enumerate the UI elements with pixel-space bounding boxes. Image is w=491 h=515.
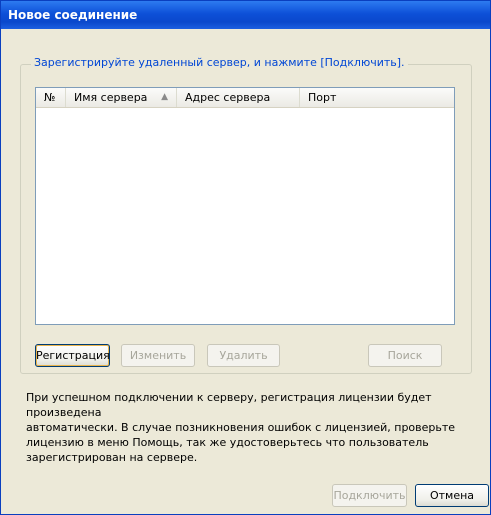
server-list[interactable]: № Имя сервера ▲ Адрес сервера Порт	[35, 87, 455, 325]
server-list-header: № Имя сервера ▲ Адрес сервера Порт	[36, 88, 454, 108]
window-title: Новое соединение	[8, 8, 138, 22]
license-info-text: При успешном подключении к серверу, реги…	[26, 390, 481, 465]
info-line: При успешном подключении к серверу, реги…	[26, 391, 432, 419]
column-header-server-address[interactable]: Адрес сервера	[177, 88, 300, 107]
column-header-port[interactable]: Порт	[300, 88, 454, 107]
info-line: зарегистрирован на сервере.	[26, 451, 198, 464]
delete-button[interactable]: Удалить	[207, 344, 280, 367]
new-connection-dialog: Новое соединение Зарегистрируйте удаленн…	[0, 0, 491, 515]
column-label: №	[44, 91, 56, 104]
sort-ascending-icon: ▲	[161, 92, 168, 102]
register-button[interactable]: Регистрация	[35, 344, 110, 367]
column-label: Порт	[308, 91, 337, 104]
column-label: Имя сервера	[74, 91, 148, 104]
search-button[interactable]: Поиск	[368, 344, 442, 367]
column-header-number[interactable]: №	[36, 88, 66, 107]
info-line: лицензию в меню Помощь, так же удостовер…	[26, 436, 429, 449]
column-header-server-name[interactable]: Имя сервера ▲	[66, 88, 177, 107]
group-legend: Зарегистрируйте удаленный сервер, и нажм…	[31, 56, 408, 69]
edit-button[interactable]: Изменить	[121, 344, 195, 367]
cancel-button[interactable]: Отмена	[415, 484, 489, 507]
title-bar[interactable]: Новое соединение	[1, 1, 490, 29]
server-group-box: Зарегистрируйте удаленный сервер, и нажм…	[20, 56, 472, 374]
connect-button[interactable]: Подключить	[332, 484, 407, 507]
column-label: Адрес сервера	[185, 91, 271, 104]
info-line: автоматически. В случае позникновения ош…	[26, 421, 456, 434]
